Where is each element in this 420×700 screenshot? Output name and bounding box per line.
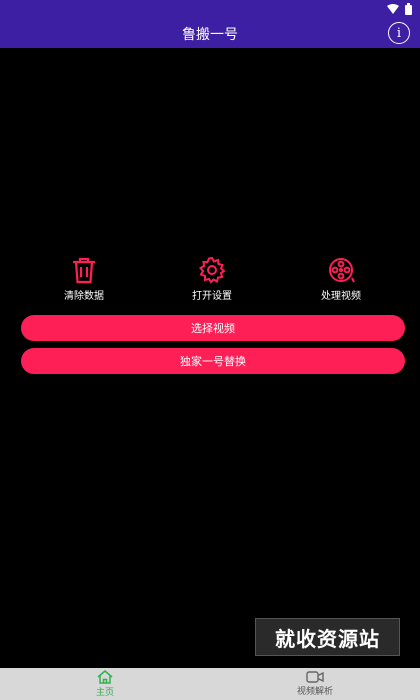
process-video-action[interactable]: 处理视频 (296, 256, 386, 302)
clear-data-label: 清除数据 (64, 291, 104, 302)
select-video-button[interactable]: 选择视频 (21, 315, 405, 341)
app-title: 鲁搬一号 (182, 27, 238, 43)
info-icon[interactable]: i (388, 22, 410, 44)
open-settings-label: 打开设置 (192, 291, 232, 302)
wifi-icon (387, 4, 399, 14)
bottom-nav: 主页 视频解析 (0, 668, 420, 700)
battery-icon (405, 3, 412, 15)
film-reel-icon (329, 258, 355, 283)
app-bar: 鲁搬一号 i (0, 20, 420, 48)
process-video-label: 处理视频 (321, 291, 361, 302)
gear-icon (198, 256, 226, 284)
open-settings-action[interactable]: 打开设置 (167, 256, 257, 302)
exclusive-replace-button[interactable]: 独家一号替换 (21, 348, 405, 374)
watermark-badge: 就收资源站 (255, 618, 400, 656)
action-row: 清除数据 打开设置 处理视频 (0, 256, 420, 312)
nav-home-label: 主页 (95, 688, 114, 698)
trash-icon (73, 257, 95, 284)
home-icon (97, 670, 113, 684)
clear-data-action[interactable]: 清除数据 (39, 256, 129, 302)
nav-video-parse-label: 视频解析 (296, 687, 333, 697)
nav-item-home[interactable]: 主页 (0, 668, 210, 700)
nav-item-video-parse[interactable]: 视频解析 (210, 668, 420, 700)
video-camera-icon (306, 671, 324, 683)
status-bar (0, 0, 420, 20)
